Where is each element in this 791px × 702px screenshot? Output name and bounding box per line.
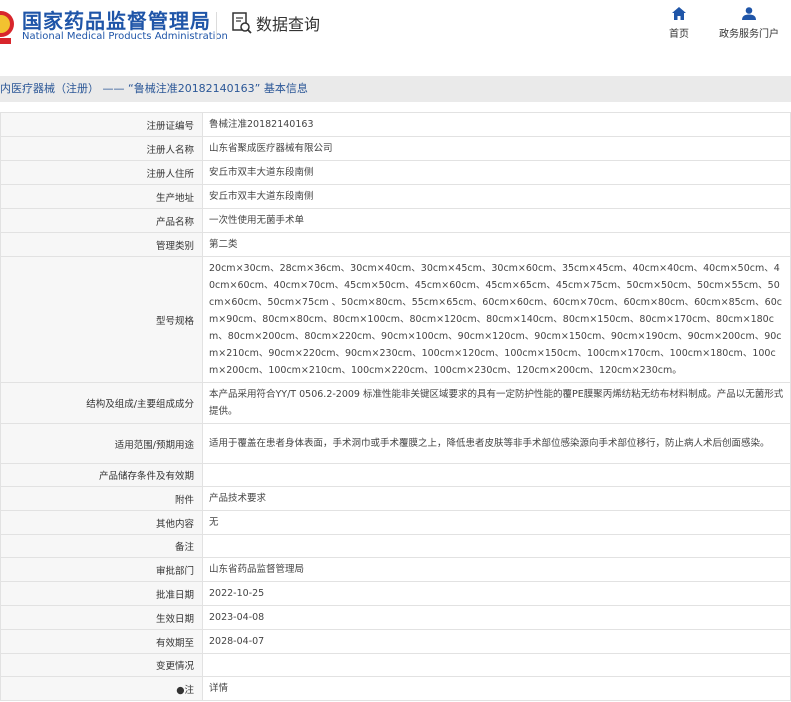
table-row: 其他内容无	[0, 510, 791, 535]
row-label: 注册证编号	[0, 112, 203, 137]
row-label: 变更情况	[0, 653, 203, 677]
row-label: 审批部门	[0, 557, 203, 582]
row-value: 2028-04-07	[202, 629, 791, 654]
data-query-label: 数据查询	[256, 15, 321, 34]
table-row: 备注	[0, 534, 791, 558]
row-label: 备注	[0, 534, 203, 558]
row-value: 2023-04-08	[202, 605, 791, 630]
table-row: 注册人名称 山东省聚成医疗器械有限公司	[0, 136, 791, 161]
row-label: 生产地址	[0, 184, 203, 209]
detail-table: 注册证编号 鲁械注准20182140163 注册人名称 山东省聚成医疗器械有限公司 注册…	[0, 112, 791, 701]
nav-home[interactable]: 首页	[664, 7, 694, 40]
row-value: 第二类	[202, 232, 791, 257]
data-search-icon	[232, 12, 252, 34]
table-row: 型号规格 20cm×30cm、28cm×36cm、30cm×40cm、30cm×4…	[0, 256, 791, 383]
row-value	[202, 653, 791, 677]
table-row: 变更情况	[0, 653, 791, 677]
row-value	[202, 534, 791, 558]
row-value: 2022-10-25	[202, 581, 791, 606]
record-title: 内医疗器械（注册） —— “鲁械注准20182140163” 基本信息	[0, 82, 308, 95]
record-title-bar: 内医疗器械（注册） —— “鲁械注准20182140163” 基本信息	[0, 76, 791, 102]
row-label: 结构及组成/主要组成成分	[0, 382, 203, 424]
nav-home-label: 首页	[669, 29, 689, 40]
table-row: 有效期至 2028-04-07	[0, 629, 791, 654]
table-row: 批准日期 2022-10-25	[0, 581, 791, 606]
row-value: 山东省聚成医疗器械有限公司	[202, 136, 791, 161]
header-divider	[216, 12, 217, 40]
table-row: 适用范围/预期用途 适用于覆盖在患者身体表面，手术洞巾或手术覆膜之上，降低患者皮肤…	[0, 423, 791, 464]
table-row: 附件 产品技术要求	[0, 486, 791, 511]
row-value: 产品技术要求	[202, 486, 791, 511]
row-label: 适用范围/预期用途	[0, 423, 203, 464]
nav-gov-service[interactable]: 政务服务门户	[714, 7, 784, 40]
row-label: 批准日期	[0, 581, 203, 606]
table-row: 生效日期 2023-04-08	[0, 605, 791, 630]
row-value: 安丘市双丰大道东段南侧	[202, 160, 791, 185]
nav-gov-label: 政务服务门户	[719, 29, 779, 40]
row-label: 有效期至	[0, 629, 203, 654]
row-label: ●注	[0, 676, 203, 701]
national-emblem-icon	[0, 11, 14, 44]
row-value: 本产品采用符合YY/T 0506.2-2009 标准性能非关键区域要求的具有一定…	[202, 382, 791, 424]
row-label: 型号规格	[0, 256, 203, 383]
home-icon	[672, 7, 686, 20]
table-row: 审批部门 山东省药品监督管理局	[0, 557, 791, 582]
table-row: 产品名称 一次性使用无菌手术单	[0, 208, 791, 233]
table-row: 注册人住所 安丘市双丰大道东段南侧	[0, 160, 791, 185]
row-label: 管理类别	[0, 232, 203, 257]
user-icon	[742, 7, 756, 20]
row-value: 鲁械注准20182140163	[202, 112, 791, 137]
row-label: 产品储存条件及有效期	[0, 463, 203, 487]
row-label: 注册人名称	[0, 136, 203, 161]
row-label: 其他内容	[0, 510, 203, 535]
row-label: 附件	[0, 486, 203, 511]
row-value: 无	[202, 510, 791, 535]
row-value: 一次性使用无菌手术单	[202, 208, 791, 233]
row-value: 20cm×30cm、28cm×36cm、30cm×40cm、30cm×45cm、…	[202, 256, 791, 383]
row-label: 注册人住所	[0, 160, 203, 185]
table-row: 生产地址 安丘市双丰大道东段南侧	[0, 184, 791, 209]
site-logo-en: National Medical Products Administration	[22, 31, 228, 42]
row-value: 山东省药品监督管理局	[202, 557, 791, 582]
row-value	[202, 463, 791, 487]
row-label: 生效日期	[0, 605, 203, 630]
row-value: 安丘市双丰大道东段南侧	[202, 184, 791, 209]
details-link[interactable]: 详情	[202, 676, 791, 701]
table-row: 管理类别 第二类	[0, 232, 791, 257]
table-row: ●注 详情	[0, 676, 791, 701]
row-label: 产品名称	[0, 208, 203, 233]
site-header: 国家药品监督管理局 National Medical Products Admi…	[0, 0, 791, 64]
table-row: 结构及组成/主要组成成分 本产品采用符合YY/T 0506.2-2009 标准性能…	[0, 382, 791, 424]
site-logo-cn[interactable]: 国家药品监督管理局	[22, 5, 211, 34]
table-row: 产品储存条件及有效期	[0, 463, 791, 487]
row-value: 适用于覆盖在患者身体表面，手术洞巾或手术覆膜之上，降低患者皮肤等非手术部位感染源…	[202, 423, 791, 464]
table-row: 注册证编号 鲁械注准20182140163	[0, 112, 791, 137]
data-query-link[interactable]: 数据查询	[232, 11, 320, 35]
